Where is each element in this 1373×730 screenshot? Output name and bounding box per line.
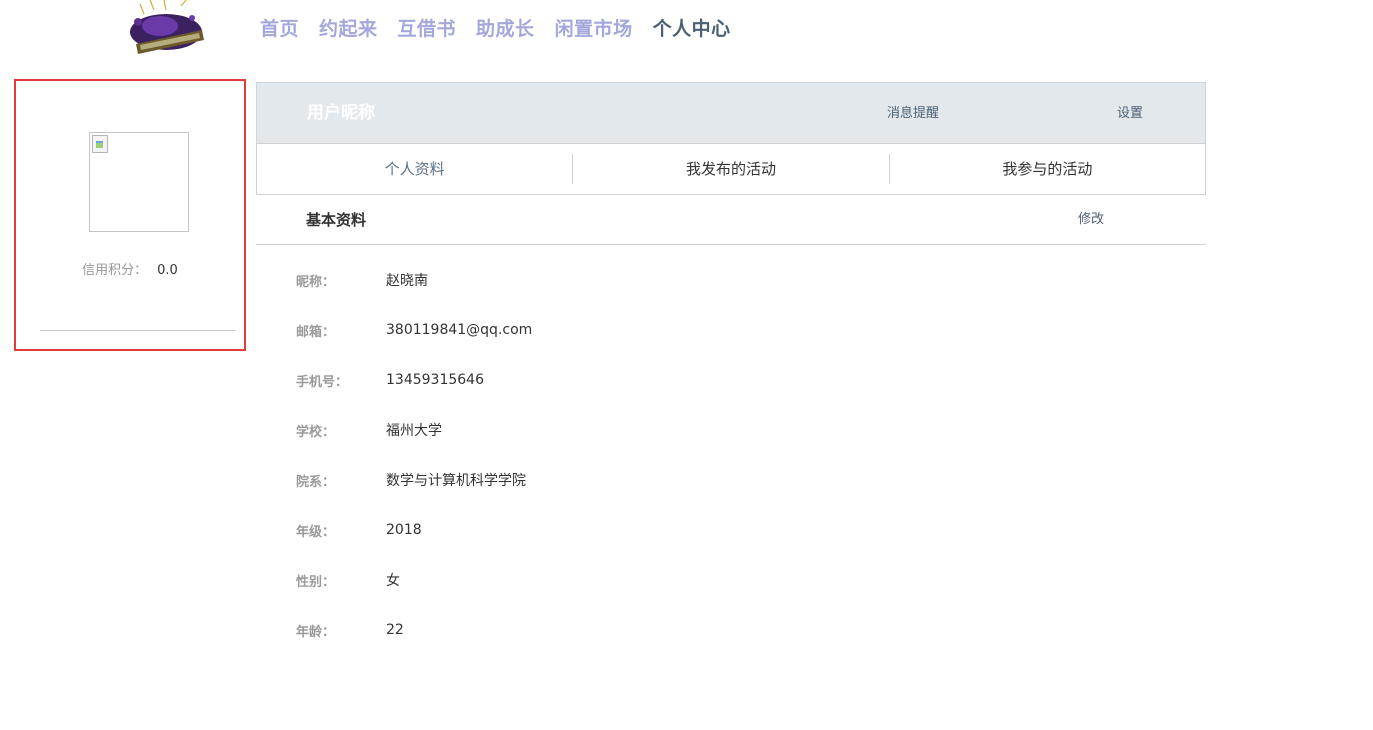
info-row-grade: 年级： 2018 bbox=[256, 505, 1206, 555]
info-value: 数学与计算机科学学院 bbox=[386, 473, 526, 489]
tab-personal-info[interactable]: 个人资料 bbox=[257, 154, 572, 184]
info-value: 福州大学 bbox=[386, 423, 442, 439]
broken-image-icon bbox=[92, 135, 108, 153]
nav-item-book-exchange[interactable]: 互借书 bbox=[398, 14, 457, 44]
edit-button[interactable]: 修改 bbox=[1078, 195, 1104, 245]
nav-item-growth[interactable]: 助成长 bbox=[476, 14, 535, 44]
credit-score: 信用积分： 0.0 bbox=[16, 259, 244, 278]
info-row-phone: 手机号： 13459315646 bbox=[256, 355, 1206, 405]
info-row-email: 邮箱： 380119841@qq.com bbox=[256, 305, 1206, 355]
logo-image bbox=[130, 0, 204, 54]
card-divider bbox=[40, 330, 236, 331]
info-row-gender: 性别： 女 bbox=[256, 555, 1206, 605]
info-label: 邮箱： bbox=[296, 324, 336, 340]
info-label: 年龄： bbox=[296, 624, 336, 640]
info-value: 赵晓南 bbox=[386, 273, 428, 289]
info-row-school: 学校： 福州大学 bbox=[256, 405, 1206, 455]
settings-link[interactable]: 设置 bbox=[1117, 83, 1143, 145]
profile-card: 信用积分： 0.0 bbox=[14, 79, 246, 351]
profile-tabs: 个人资料 我发布的活动 我参与的活动 bbox=[256, 143, 1206, 195]
info-label: 性别： bbox=[296, 574, 336, 590]
main-panel: 用户昵称 消息提醒 设置 个人资料 我发布的活动 我参与的活动 基本资料 修改 … bbox=[256, 82, 1206, 655]
basic-info-header: 基本资料 修改 bbox=[256, 195, 1206, 245]
info-label: 年级： bbox=[296, 524, 336, 540]
tab-my-published-activities[interactable]: 我发布的活动 bbox=[572, 154, 888, 184]
profile-banner: 用户昵称 消息提醒 设置 bbox=[256, 82, 1206, 143]
info-row-age: 年龄： 22 bbox=[256, 605, 1206, 655]
nav-item-meetup[interactable]: 约起来 bbox=[319, 14, 378, 44]
info-row-nickname: 昵称： 赵晓南 bbox=[256, 255, 1206, 305]
nav-item-personal-center[interactable]: 个人中心 bbox=[653, 14, 731, 44]
info-value: 女 bbox=[386, 573, 400, 589]
user-nickname: 用户昵称 bbox=[307, 103, 375, 123]
info-label: 手机号： bbox=[296, 374, 349, 390]
info-label: 学校： bbox=[296, 424, 336, 440]
nav-item-home[interactable]: 首页 bbox=[260, 14, 299, 44]
messages-link[interactable]: 消息提醒 bbox=[887, 83, 939, 145]
basic-info-list: 昵称： 赵晓南 邮箱： 380119841@qq.com 手机号： 134593… bbox=[256, 245, 1206, 655]
tab-my-joined-activities[interactable]: 我参与的活动 bbox=[888, 154, 1205, 184]
info-value: 2018 bbox=[386, 522, 422, 538]
info-label: 院系： bbox=[296, 474, 336, 490]
info-label: 昵称： bbox=[296, 274, 336, 290]
credit-score-value: 0.0 bbox=[157, 263, 178, 278]
info-row-department: 院系： 数学与计算机科学学院 bbox=[256, 455, 1206, 505]
nav-item-secondhand-market[interactable]: 闲置市场 bbox=[555, 14, 633, 44]
credit-score-label: 信用积分： bbox=[82, 263, 148, 278]
site-logo[interactable] bbox=[126, 0, 208, 60]
info-value: 22 bbox=[386, 622, 404, 638]
avatar[interactable] bbox=[89, 132, 189, 232]
top-nav: 首页 约起来 互借书 助成长 闲置市场 个人中心 bbox=[260, 14, 751, 44]
info-value: 13459315646 bbox=[386, 372, 484, 388]
section-title: 基本资料 bbox=[306, 211, 367, 229]
info-value: 380119841@qq.com bbox=[386, 322, 533, 338]
